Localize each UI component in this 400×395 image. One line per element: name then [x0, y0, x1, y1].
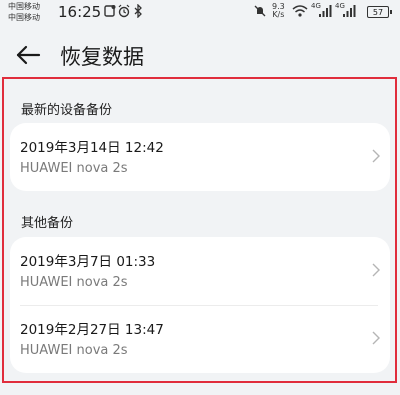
mute-icon — [254, 5, 266, 17]
signal-1-icon — [319, 5, 332, 17]
page-title: 恢复数据 — [60, 45, 144, 69]
alarm-icon — [118, 4, 130, 18]
back-button[interactable] — [14, 42, 44, 68]
backup-list-item[interactable]: 2019年3月14日 12:42 HUAWEI nova 2s — [10, 123, 390, 191]
other-backups-card: 2019年3月7日 01:33 HUAWEI nova 2s 2019年2月27… — [10, 237, 390, 373]
backup-device: HUAWEI nova 2s — [20, 343, 128, 358]
carrier-labels: 中国移动 中国移动 — [8, 1, 40, 23]
backup-date: 2019年3月14日 12:42 — [20, 140, 164, 156]
app-header: 恢复数据 — [0, 28, 400, 82]
backup-list-item[interactable]: 2019年3月7日 01:33 HUAWEI nova 2s — [10, 237, 390, 305]
backup-device: HUAWEI nova 2s — [20, 161, 128, 176]
chevron-right-icon — [372, 263, 380, 277]
chevron-right-icon — [372, 149, 380, 163]
status-time: 16:25 — [58, 3, 102, 21]
section-title-latest-backup: 最新的设备备份 — [21, 103, 113, 118]
arrow-left-icon — [16, 45, 41, 65]
wifi-icon — [292, 5, 308, 17]
signal-2-icon — [343, 5, 356, 17]
network-speed-unit: K/s — [272, 10, 285, 19]
backup-date: 2019年2月27日 13:47 — [20, 322, 164, 338]
carrier-2: 中国移动 — [8, 13, 40, 22]
latest-backup-card: 2019年3月14日 12:42 HUAWEI nova 2s — [10, 123, 390, 191]
chevron-right-icon — [372, 331, 380, 345]
notification-icon — [104, 5, 116, 17]
status-bar: 中国移动 中国移动 16:25 9.3 K/s 4G 4G 57 — [0, 0, 400, 26]
section-title-other-backups: 其他备份 — [21, 216, 74, 231]
backup-date: 2019年3月7日 01:33 — [20, 254, 156, 270]
carrier-1: 中国移动 — [8, 2, 40, 11]
battery-icon: 57 — [367, 6, 392, 18]
bluetooth-icon — [134, 4, 142, 18]
network-speed: 9.3 K/s — [272, 3, 285, 19]
backup-device: HUAWEI nova 2s — [20, 275, 128, 290]
backup-list-item[interactable]: 2019年2月27日 13:47 HUAWEI nova 2s — [10, 305, 390, 373]
